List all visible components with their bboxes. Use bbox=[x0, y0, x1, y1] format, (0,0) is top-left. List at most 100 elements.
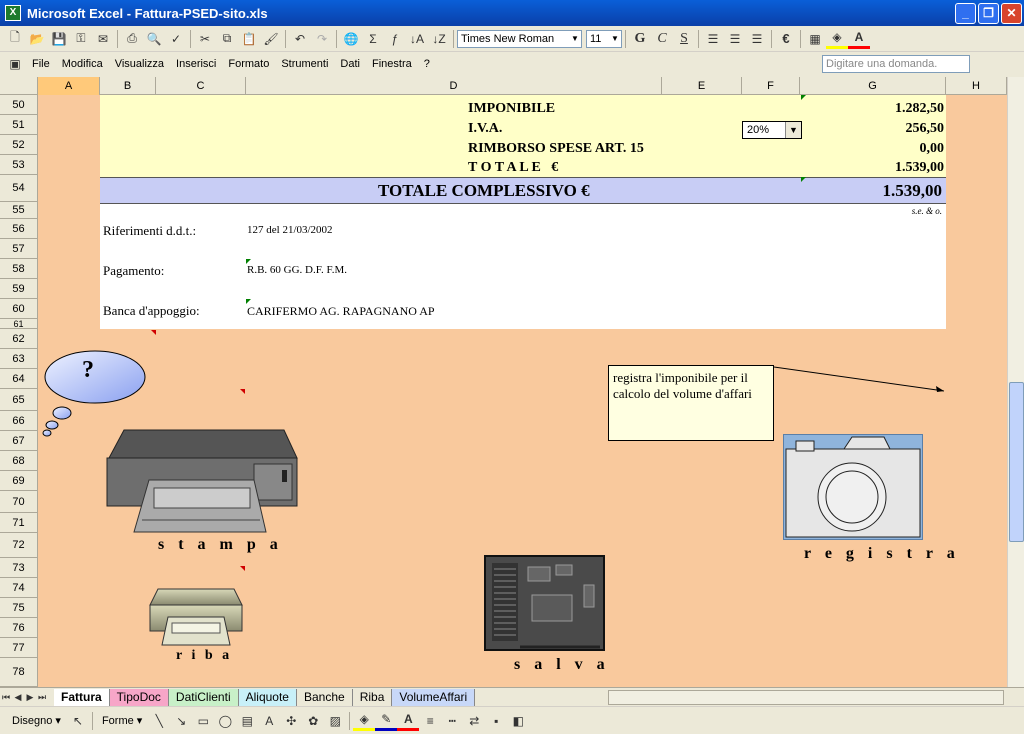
copy-icon[interactable]: ⧉ bbox=[216, 29, 238, 49]
row-header[interactable]: 59 bbox=[0, 279, 38, 299]
worksheet-grid[interactable]: IMPONIBILE 1.282,50 I.V.A. 20% ▼ 256,50 R… bbox=[38, 95, 1007, 687]
row-header[interactable]: 57 bbox=[0, 239, 38, 259]
column-header-h[interactable]: H bbox=[946, 77, 1007, 95]
row-header[interactable]: 70 bbox=[0, 491, 38, 513]
row-header[interactable]: 58 bbox=[0, 259, 38, 279]
tab-fattura[interactable]: Fattura bbox=[54, 688, 110, 706]
open-icon[interactable]: 📂 bbox=[26, 29, 48, 49]
menu-inserisci[interactable]: Inserisci bbox=[170, 58, 222, 70]
sort-descending-icon[interactable]: ↓Z bbox=[428, 29, 450, 49]
autosum-icon[interactable]: Σ bbox=[362, 29, 384, 49]
spelling-icon[interactable]: ✓ bbox=[165, 29, 187, 49]
tab-banche[interactable]: Banche bbox=[297, 688, 353, 706]
tab-tipodoc[interactable]: TipoDoc bbox=[109, 688, 169, 706]
stampa-button[interactable] bbox=[104, 428, 299, 536]
print-icon[interactable]: ⎙ bbox=[121, 29, 143, 49]
salva-button[interactable] bbox=[484, 555, 605, 651]
borders-icon[interactable]: ▦ bbox=[804, 29, 826, 49]
menu-dati[interactable]: Dati bbox=[334, 58, 366, 70]
row-header[interactable]: 76 bbox=[0, 618, 38, 638]
row-header[interactable]: 75 bbox=[0, 598, 38, 618]
align-left-icon[interactable]: ☰ bbox=[702, 29, 724, 49]
row-header[interactable]: 53 bbox=[0, 155, 38, 175]
column-header-a[interactable]: A bbox=[38, 77, 100, 95]
row-header[interactable]: 52 bbox=[0, 135, 38, 155]
undo-icon[interactable]: ↶ bbox=[289, 29, 311, 49]
menu-strumenti[interactable]: Strumenti bbox=[275, 58, 334, 70]
row-header[interactable]: 50 bbox=[0, 95, 38, 115]
underline-button[interactable]: S bbox=[673, 29, 695, 49]
tab-volumeaffari[interactable]: VolumeAffari bbox=[392, 688, 476, 706]
registra-button[interactable] bbox=[783, 434, 923, 540]
wordart-icon[interactable]: A bbox=[258, 711, 280, 731]
restore-button[interactable]: ❐ bbox=[978, 3, 999, 24]
line-color-icon[interactable]: ✎ bbox=[375, 711, 398, 731]
sort-ascending-icon[interactable]: ↓A bbox=[406, 29, 428, 49]
last-sheet-icon[interactable]: ⏭ bbox=[36, 687, 48, 707]
row-header[interactable]: 68 bbox=[0, 451, 38, 471]
horizontal-scrollbar[interactable] bbox=[608, 690, 1004, 705]
row-header[interactable]: 73 bbox=[0, 558, 38, 578]
iva-rate-select[interactable]: 20% ▼ bbox=[742, 121, 802, 139]
arrow-style-icon[interactable]: ⇄ bbox=[463, 711, 485, 731]
paste-icon[interactable]: 📋 bbox=[238, 29, 260, 49]
clipart-icon[interactable]: ✿ bbox=[302, 711, 324, 731]
prev-sheet-icon[interactable]: ◀ bbox=[12, 687, 24, 707]
row-header[interactable]: 72 bbox=[0, 533, 38, 558]
row-header[interactable]: 77 bbox=[0, 638, 38, 658]
textbox-icon[interactable]: ▤ bbox=[236, 711, 258, 731]
row-header[interactable]: 55 bbox=[0, 202, 38, 219]
menu-help[interactable]: ? bbox=[418, 58, 436, 70]
column-header-b[interactable]: B bbox=[100, 77, 156, 95]
first-sheet-icon[interactable]: ⏮ bbox=[0, 687, 12, 707]
font-name-select[interactable]: Times New Roman ▼ bbox=[457, 29, 582, 48]
line-style-icon[interactable]: ≡ bbox=[419, 711, 441, 731]
rectangle-icon[interactable]: ▭ bbox=[192, 711, 214, 731]
row-header[interactable]: 63 bbox=[0, 349, 38, 369]
row-header[interactable]: 56 bbox=[0, 219, 38, 239]
row-header[interactable]: 62 bbox=[0, 329, 38, 349]
close-button[interactable]: ✕ bbox=[1001, 3, 1022, 24]
registra-comment-note[interactable]: registra l'imponibile per il calcolo del… bbox=[608, 365, 774, 441]
row-header[interactable]: 65 bbox=[0, 389, 38, 411]
shadow-icon[interactable]: ▪ bbox=[485, 711, 507, 731]
print-preview-icon[interactable]: 🔍 bbox=[143, 29, 165, 49]
picture-icon[interactable]: ▨ bbox=[324, 711, 346, 731]
column-header-d[interactable]: D bbox=[246, 77, 662, 95]
cut-icon[interactable]: ✂ bbox=[194, 29, 216, 49]
italic-button[interactable]: C bbox=[651, 29, 673, 49]
column-header-g[interactable]: G bbox=[800, 77, 946, 95]
next-sheet-icon[interactable]: ▶ bbox=[24, 687, 36, 707]
diagram-icon[interactable]: ✣ bbox=[280, 711, 302, 731]
row-header[interactable]: 61 bbox=[0, 319, 38, 329]
redo-icon[interactable]: ↷ bbox=[311, 29, 333, 49]
help-cloud-button[interactable]: ? bbox=[40, 345, 150, 437]
oval-icon[interactable]: ◯ bbox=[214, 711, 236, 731]
save-icon[interactable]: 💾 bbox=[48, 29, 70, 49]
vertical-scrollbar[interactable] bbox=[1007, 77, 1024, 687]
row-header[interactable]: 66 bbox=[0, 411, 38, 431]
scrollbar-thumb[interactable] bbox=[1009, 382, 1024, 542]
disegno-menu[interactable]: Disegno ▾ bbox=[6, 714, 67, 727]
row-header[interactable]: 74 bbox=[0, 578, 38, 598]
minimize-button[interactable]: _ bbox=[955, 3, 976, 24]
arrow-icon[interactable]: ↘ bbox=[170, 711, 192, 731]
email-icon[interactable]: ✉ bbox=[92, 29, 114, 49]
permission-icon[interactable]: ⚿ bbox=[70, 29, 92, 49]
tab-aliquote[interactable]: Aliquote bbox=[238, 688, 297, 706]
column-header-f[interactable]: F bbox=[742, 77, 800, 95]
new-icon[interactable]: 🗋 bbox=[4, 29, 26, 49]
font-color-icon[interactable]: A bbox=[848, 29, 870, 49]
row-header[interactable]: 54 bbox=[0, 175, 38, 202]
align-right-icon[interactable]: ☰ bbox=[746, 29, 768, 49]
dash-style-icon[interactable]: ┅ bbox=[441, 711, 463, 731]
fill-color-icon[interactable]: ◈ bbox=[826, 29, 848, 49]
function-icon[interactable]: ƒ bbox=[384, 29, 406, 49]
font-size-select[interactable]: 11 ▼ bbox=[586, 29, 622, 48]
format-painter-icon[interactable]: 🖌 bbox=[260, 29, 282, 49]
fill-color-icon[interactable]: ◈ bbox=[353, 711, 376, 731]
menu-modifica[interactable]: Modifica bbox=[56, 58, 109, 70]
column-header-e[interactable]: E bbox=[662, 77, 742, 95]
line-icon[interactable]: ╲ bbox=[148, 711, 170, 731]
menu-visualizza[interactable]: Visualizza bbox=[109, 58, 170, 70]
